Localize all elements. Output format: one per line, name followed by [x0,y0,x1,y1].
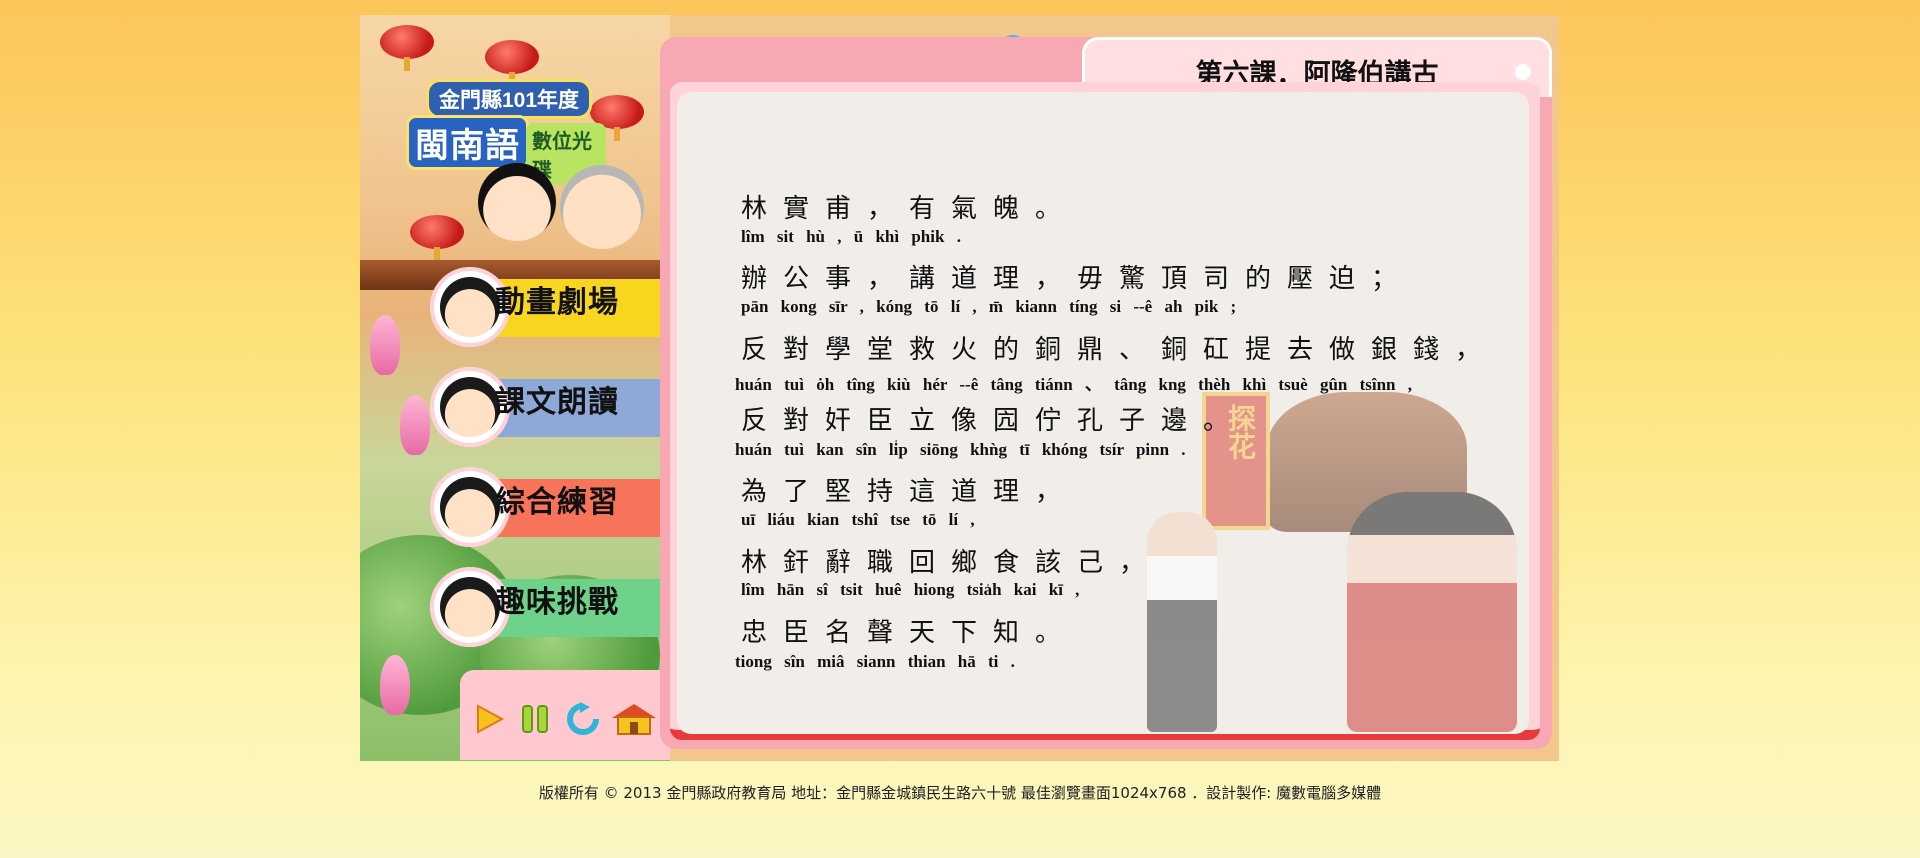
menu-label: 綜合練習 [495,486,619,519]
text-line-hanzi: 忠臣名聲天下知。 [741,618,1078,648]
lantern-decoration [410,215,464,261]
text-line-hanzi: 辦公事，講道理，毋驚頂司的壓迫； [741,264,1414,294]
lantern-decoration [485,40,539,86]
menu-item-animation[interactable]: 動畫劇場 [430,267,670,347]
flower-decoration [400,395,430,455]
text-line-romanization: pān kong sīr , kóng tō lí , m̄ kiann tín… [741,297,1237,316]
play-icon[interactable] [472,702,506,736]
text-panel: 探花 林實甫，有氣魄。 lîm sit hù , ū khì phik . 辦公… [677,92,1529,734]
text-line-romanization: huán tuì kan sîn li̍p siōng khǹg tī khón… [735,440,1186,459]
text-line-hanzi: 林釬辭職回鄉食該己， [741,548,1162,578]
menu-item-challenge[interactable]: 趣味挑戰 [430,567,670,647]
logo-line1: 金門縣101年度 [426,79,593,119]
text-line-romanization: huán tuì ȯh tîng kiù hér --ê tâng tiánn … [735,375,1413,394]
text-line-romanization: lîm sit hù , ū khì phik . [741,227,961,246]
lantern-decoration [380,25,434,71]
replay-icon[interactable] [566,702,600,736]
home-icon[interactable] [610,702,658,736]
lesson-card: 第六課．阿隆伯講古 探花 林實甫，有氣魄。 lîm sit hù , ū khì… [660,37,1552,749]
menu-label: 課文朗讀 [495,386,619,419]
text-line-romanization: uī liáu kian tshî tse tō lí , [741,510,975,529]
text-line-hanzi: 林實甫，有氣魄。 [741,194,1078,224]
tab-dot-decoration [1515,64,1531,80]
copyright-footer: 版權所有 © 2013 金門縣政府教育局 地址：金門縣金城鎮民生路六十號 最佳瀏… [538,784,1382,802]
official-figure [1347,492,1517,732]
menu-label: 趣味挑戰 [495,586,619,619]
text-line-romanization: lîm hān sî tsit huê hiong tsia̍h kai kī … [741,580,1080,599]
app-logo: 金門縣101年度 閩南語 數位光碟 [406,75,606,185]
text-line-hanzi: 反對學堂救火的銅鼎、銅矼提去做銀錢， [741,335,1498,365]
menu-label: 動畫劇場 [495,286,619,319]
menu-item-reading[interactable]: 課文朗讀 [430,367,670,447]
left-scene: 金門縣101年度 閩南語 數位光碟 動畫劇場 課文朗讀 綜合練習 趣味挑戰 [360,15,670,761]
logo-line2: 閩南語 [406,115,529,170]
pause-icon[interactable] [518,702,552,736]
text-line-romanization: tiong sîn miâ siann thian hā ti . [735,652,1015,671]
app-stage: 金門縣101年度 閩南語 數位光碟 動畫劇場 課文朗讀 綜合練習 趣味挑戰 第六… [360,15,1559,761]
grandpa-mascot [560,165,644,249]
text-line-hanzi: 為了堅持這道理， [741,477,1078,507]
text-line-hanzi: 反對奸臣立像囥佇孔子邊。 [741,406,1246,436]
menu-item-practice[interactable]: 綜合練習 [430,467,670,547]
girl-mascot [478,163,556,241]
flower-decoration [380,655,410,715]
playback-controls [460,670,670,760]
flower-decoration [370,315,400,375]
